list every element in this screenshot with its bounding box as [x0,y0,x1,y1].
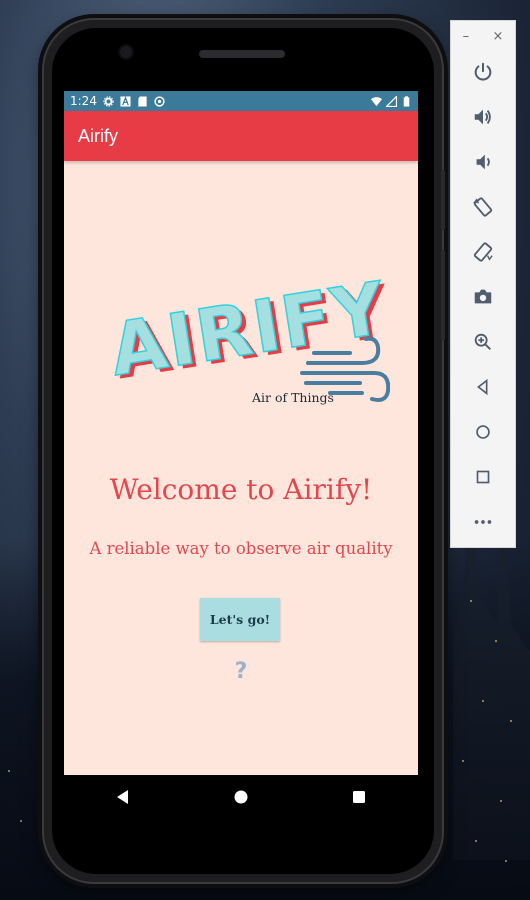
overview-icon[interactable] [463,454,503,499]
tagline-text: A reliable way to observe air quality [89,539,393,558]
recents-square-icon[interactable] [347,785,371,809]
welcome-heading: Welcome to Airify! [109,473,373,506]
minimize-button[interactable]: – [463,29,470,49]
font-icon [120,95,131,107]
front-camera [120,46,132,58]
app-bar: Airify [64,111,418,161]
more-icon[interactable] [463,499,503,544]
back-icon[interactable] [463,364,503,409]
airify-logo: AIRIFY AIRIFY Air of Things [104,265,390,405]
home-circle-icon[interactable] [229,785,253,809]
wifi-icon [371,96,382,106]
close-button[interactable]: × [492,29,503,49]
emulator-toolbar: – × [450,20,516,548]
toolbar-window-controls: – × [451,21,515,49]
earpiece-speaker [199,50,285,58]
side-volume-button [441,250,445,340]
volume-down-icon[interactable] [463,139,503,184]
volume-up-icon[interactable] [463,94,503,139]
rotate-right-icon[interactable] [463,229,503,274]
rotate-left-icon[interactable] [463,184,503,229]
help-icon[interactable]: ? [230,659,252,685]
camera-icon[interactable] [463,274,503,319]
app-title: Airify [78,125,118,146]
system-nav-bar [64,775,418,819]
battery-icon [403,95,410,107]
sync-icon [154,95,165,107]
lets-go-button[interactable]: Let's go! [200,598,280,641]
signal-icon [386,95,397,107]
status-bar: 1:24 [64,91,418,111]
sd-card-icon [138,95,147,107]
app-screen: 1:24 Airify AIRIFY AIRIFY Air of Things … [64,91,418,775]
gear-icon [103,95,114,107]
power-icon[interactable] [463,49,503,94]
side-power-button [441,170,445,230]
status-time: 1:24 [70,94,97,108]
logo-subtitle: Air of Things [251,390,334,405]
home-icon[interactable] [463,409,503,454]
zoom-icon[interactable] [463,319,503,364]
back-triangle-icon[interactable] [111,785,135,809]
